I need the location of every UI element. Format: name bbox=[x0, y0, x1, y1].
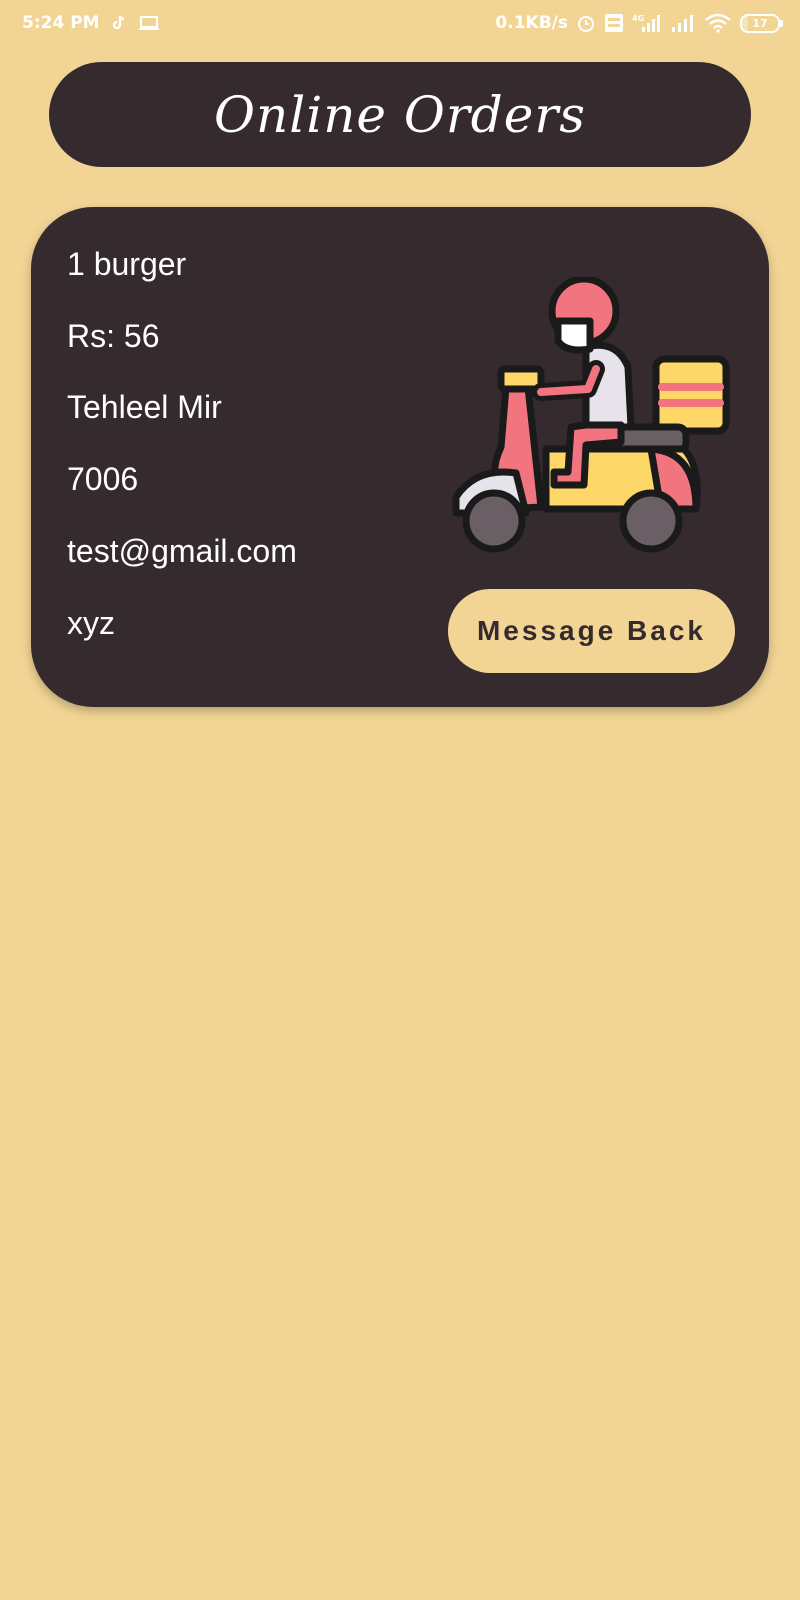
signal-icon: 4G bbox=[632, 13, 662, 33]
status-bar: 5:24 PM 0.1KB/s 4G 17 bbox=[0, 0, 800, 50]
battery-icon: 17 bbox=[740, 13, 783, 33]
laptop-icon bbox=[138, 14, 160, 32]
delivery-scooter-icon bbox=[452, 277, 730, 553]
order-card: 1 burger Rs: 56 Tehleel Mir 7006 test@gm… bbox=[31, 207, 769, 707]
status-left: 5:24 PM bbox=[22, 13, 160, 33]
tiktok-icon bbox=[110, 14, 128, 32]
message-back-button[interactable]: Message Back bbox=[448, 589, 735, 673]
customer-email: test@gmail.com bbox=[67, 533, 297, 569]
status-time: 5:24 PM bbox=[22, 13, 100, 33]
volte-icon bbox=[604, 13, 624, 33]
customer-address: xyz bbox=[67, 605, 115, 641]
alarm-icon bbox=[576, 13, 596, 33]
wifi-icon bbox=[704, 13, 732, 33]
order-price: Rs: 56 bbox=[67, 318, 160, 354]
customer-name: Tehleel Mir bbox=[67, 389, 222, 425]
page-title: Online Orders bbox=[214, 85, 586, 144]
customer-phone: 7006 bbox=[67, 461, 139, 497]
network-speed: 0.1KB/s bbox=[495, 13, 568, 33]
status-right: 0.1KB/s 4G 17 bbox=[495, 13, 783, 33]
svg-text:4G: 4G bbox=[632, 14, 644, 23]
order-item: 1 burger bbox=[67, 246, 187, 282]
header-bar: Online Orders bbox=[49, 62, 751, 167]
signal-icon bbox=[670, 13, 696, 33]
